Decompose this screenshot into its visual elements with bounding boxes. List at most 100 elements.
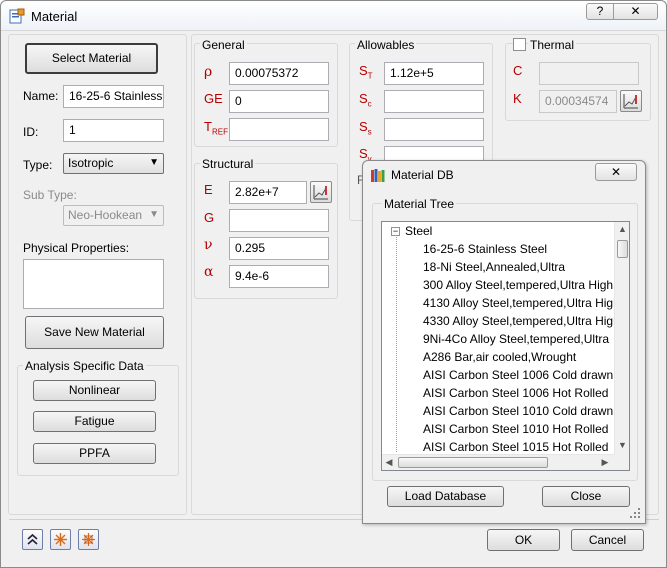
tree-item[interactable]: A286 Bar,air cooled,Wrought: [423, 348, 576, 366]
e-field[interactable]: 2.82e+7: [229, 181, 307, 204]
ss-symbol: Ss: [359, 119, 372, 137]
material-db-title-bar: Material DB ✕: [363, 161, 645, 187]
st-main: S: [359, 63, 368, 78]
chevron-down-icon: ▼: [149, 209, 159, 220]
scroll-right-arrow-icon[interactable]: ▶: [600, 457, 610, 468]
sc-symbol: Sc: [359, 91, 372, 109]
e-temperature-chart-button[interactable]: [310, 181, 332, 203]
tref-symbol: TREF: [204, 119, 228, 137]
material-app-icon: [9, 8, 25, 24]
tree-root-steel[interactable]: Steel: [405, 222, 432, 240]
books-icon: [371, 169, 385, 182]
material-tree[interactable]: − Steel 16-25-6 Stainless Steel 18-Ni St…: [381, 221, 630, 471]
load-database-button[interactable]: Load Database: [387, 486, 504, 507]
scroll-down-arrow-icon[interactable]: ▼: [615, 440, 629, 450]
tref-field[interactable]: [229, 118, 329, 141]
tree-horizontal-scrollbar[interactable]: ◀ ▶: [382, 454, 614, 470]
material-db-title: Material DB: [391, 168, 454, 182]
help-button[interactable]: ?: [586, 3, 614, 20]
expand-collapse-button[interactable]: [22, 529, 43, 550]
double-chevron-up-icon: [27, 533, 38, 545]
sc-main: S: [359, 91, 368, 106]
subtype-select-value: Neo-Hookean: [68, 208, 143, 222]
scroll-left-arrow-icon[interactable]: ◀: [384, 457, 394, 468]
tree-item[interactable]: AISI Carbon Steel 1010 Hot Rolled: [423, 420, 608, 438]
material-db-close-button[interactable]: ✕: [595, 163, 637, 181]
tree-item[interactable]: 16-25-6 Stainless Steel: [423, 240, 547, 258]
starburst-grid-icon: [82, 533, 95, 546]
cancel-button[interactable]: Cancel: [571, 529, 644, 551]
physical-properties-label: Physical Properties:: [23, 241, 130, 255]
type-select-value: Isotropic: [68, 156, 114, 170]
tree-item[interactable]: 4330 Alloy Steel,tempered,Ultra High: [423, 312, 620, 330]
title-bar: Material ? ✕: [1, 1, 666, 31]
c-symbol: C: [513, 63, 523, 78]
g-symbol: G: [204, 210, 215, 225]
alpha-field[interactable]: 9.4e-6: [229, 265, 329, 288]
window-title: Material: [31, 9, 78, 24]
ppfa-button[interactable]: PPFA: [33, 443, 156, 464]
chart-thermometer-icon: [313, 185, 328, 200]
tree-vertical-scrollbar[interactable]: ▲ ▼: [614, 222, 629, 454]
k-temperature-chart-button[interactable]: [620, 90, 642, 112]
physical-properties-field[interactable]: [23, 259, 164, 309]
st-field[interactable]: 1.12e+5: [384, 62, 484, 85]
material-db-close-dialog-button[interactable]: Close: [542, 486, 630, 507]
starburst-icon: [54, 533, 67, 546]
tree-item[interactable]: 18-Ni Steel,Annealed,Ultra: [423, 258, 565, 276]
st-sub: T: [367, 71, 373, 81]
tree-item[interactable]: 9Ni-4Co Alloy Steel,tempered,Ultra: [423, 330, 609, 348]
c-field: [539, 62, 639, 85]
nonlinear-button[interactable]: Nonlinear: [33, 380, 156, 401]
select-material-button[interactable]: Select Material: [25, 43, 158, 74]
name-label: Name:: [23, 89, 59, 103]
subtype-select: Neo-Hookean ▼: [63, 205, 164, 226]
ss-main: S: [359, 119, 368, 134]
tree-item[interactable]: AISI Carbon Steel 1006 Hot Rolled: [423, 384, 608, 402]
material-tree-label: Material Tree: [382, 197, 457, 211]
rho-field[interactable]: 0.00075372: [229, 62, 329, 85]
e-symbol: E: [204, 182, 213, 197]
tree-expand-toggle[interactable]: −: [391, 227, 400, 236]
st-symbol: ST: [359, 63, 373, 81]
type-select[interactable]: Isotropic ▼: [63, 153, 164, 174]
vertical-scroll-thumb[interactable]: [617, 240, 628, 258]
name-field[interactable]: 16-25-6 Stainless S: [63, 85, 164, 108]
tree-item[interactable]: AISI Carbon Steel 1010 Cold drawn: [423, 402, 613, 420]
ss-field[interactable]: [384, 118, 484, 141]
nu-symbol: ν: [204, 237, 213, 253]
horizontal-scroll-thumb[interactable]: [398, 457, 548, 468]
burst-grid-tool-button[interactable]: [78, 529, 99, 550]
id-field[interactable]: 1: [63, 119, 164, 142]
nu-field[interactable]: 0.295: [229, 237, 329, 260]
thermal-label: Thermal: [528, 38, 577, 52]
tree-item[interactable]: AISI Carbon Steel 1006 Cold drawn: [423, 366, 613, 384]
sc-field[interactable]: [384, 90, 484, 113]
scroll-up-arrow-icon[interactable]: ▲: [615, 224, 629, 234]
rho-symbol: ρ: [204, 64, 213, 80]
alpha-symbol: α: [204, 264, 214, 280]
ge-field[interactable]: 0: [229, 90, 329, 113]
material-window: Material ? ✕ Select Material Name: 16-25…: [0, 0, 667, 568]
tref-main: T: [204, 119, 212, 134]
window-close-button[interactable]: ✕: [613, 3, 658, 20]
chart-thermometer-icon: [623, 94, 638, 109]
tref-sub: REF: [211, 127, 228, 137]
sy-main: S: [359, 146, 368, 161]
resize-grip-icon[interactable]: [629, 507, 641, 519]
save-new-material-button[interactable]: Save New Material: [25, 316, 164, 349]
ok-button[interactable]: OK: [487, 529, 560, 551]
ge-symbol: GE: [204, 91, 223, 106]
g-field[interactable]: [229, 209, 329, 232]
material-db-dialog: Material DB ✕ Material Tree − Steel 16-2…: [362, 160, 646, 524]
thermal-checkbox[interactable]: [513, 38, 526, 51]
tree-item[interactable]: 300 Alloy Steel,tempered,Ultra High: [423, 276, 613, 294]
type-label: Type:: [23, 158, 53, 172]
general-label: General: [200, 38, 247, 52]
burst-tool-button[interactable]: [50, 529, 71, 550]
fatigue-button[interactable]: Fatigue: [33, 411, 156, 432]
sc-sub: c: [367, 99, 372, 109]
scrollbar-corner: [614, 454, 629, 470]
tree-item[interactable]: 4130 Alloy Steel,tempered,Ultra High: [423, 294, 620, 312]
allowables-label: Allowables: [355, 38, 417, 52]
